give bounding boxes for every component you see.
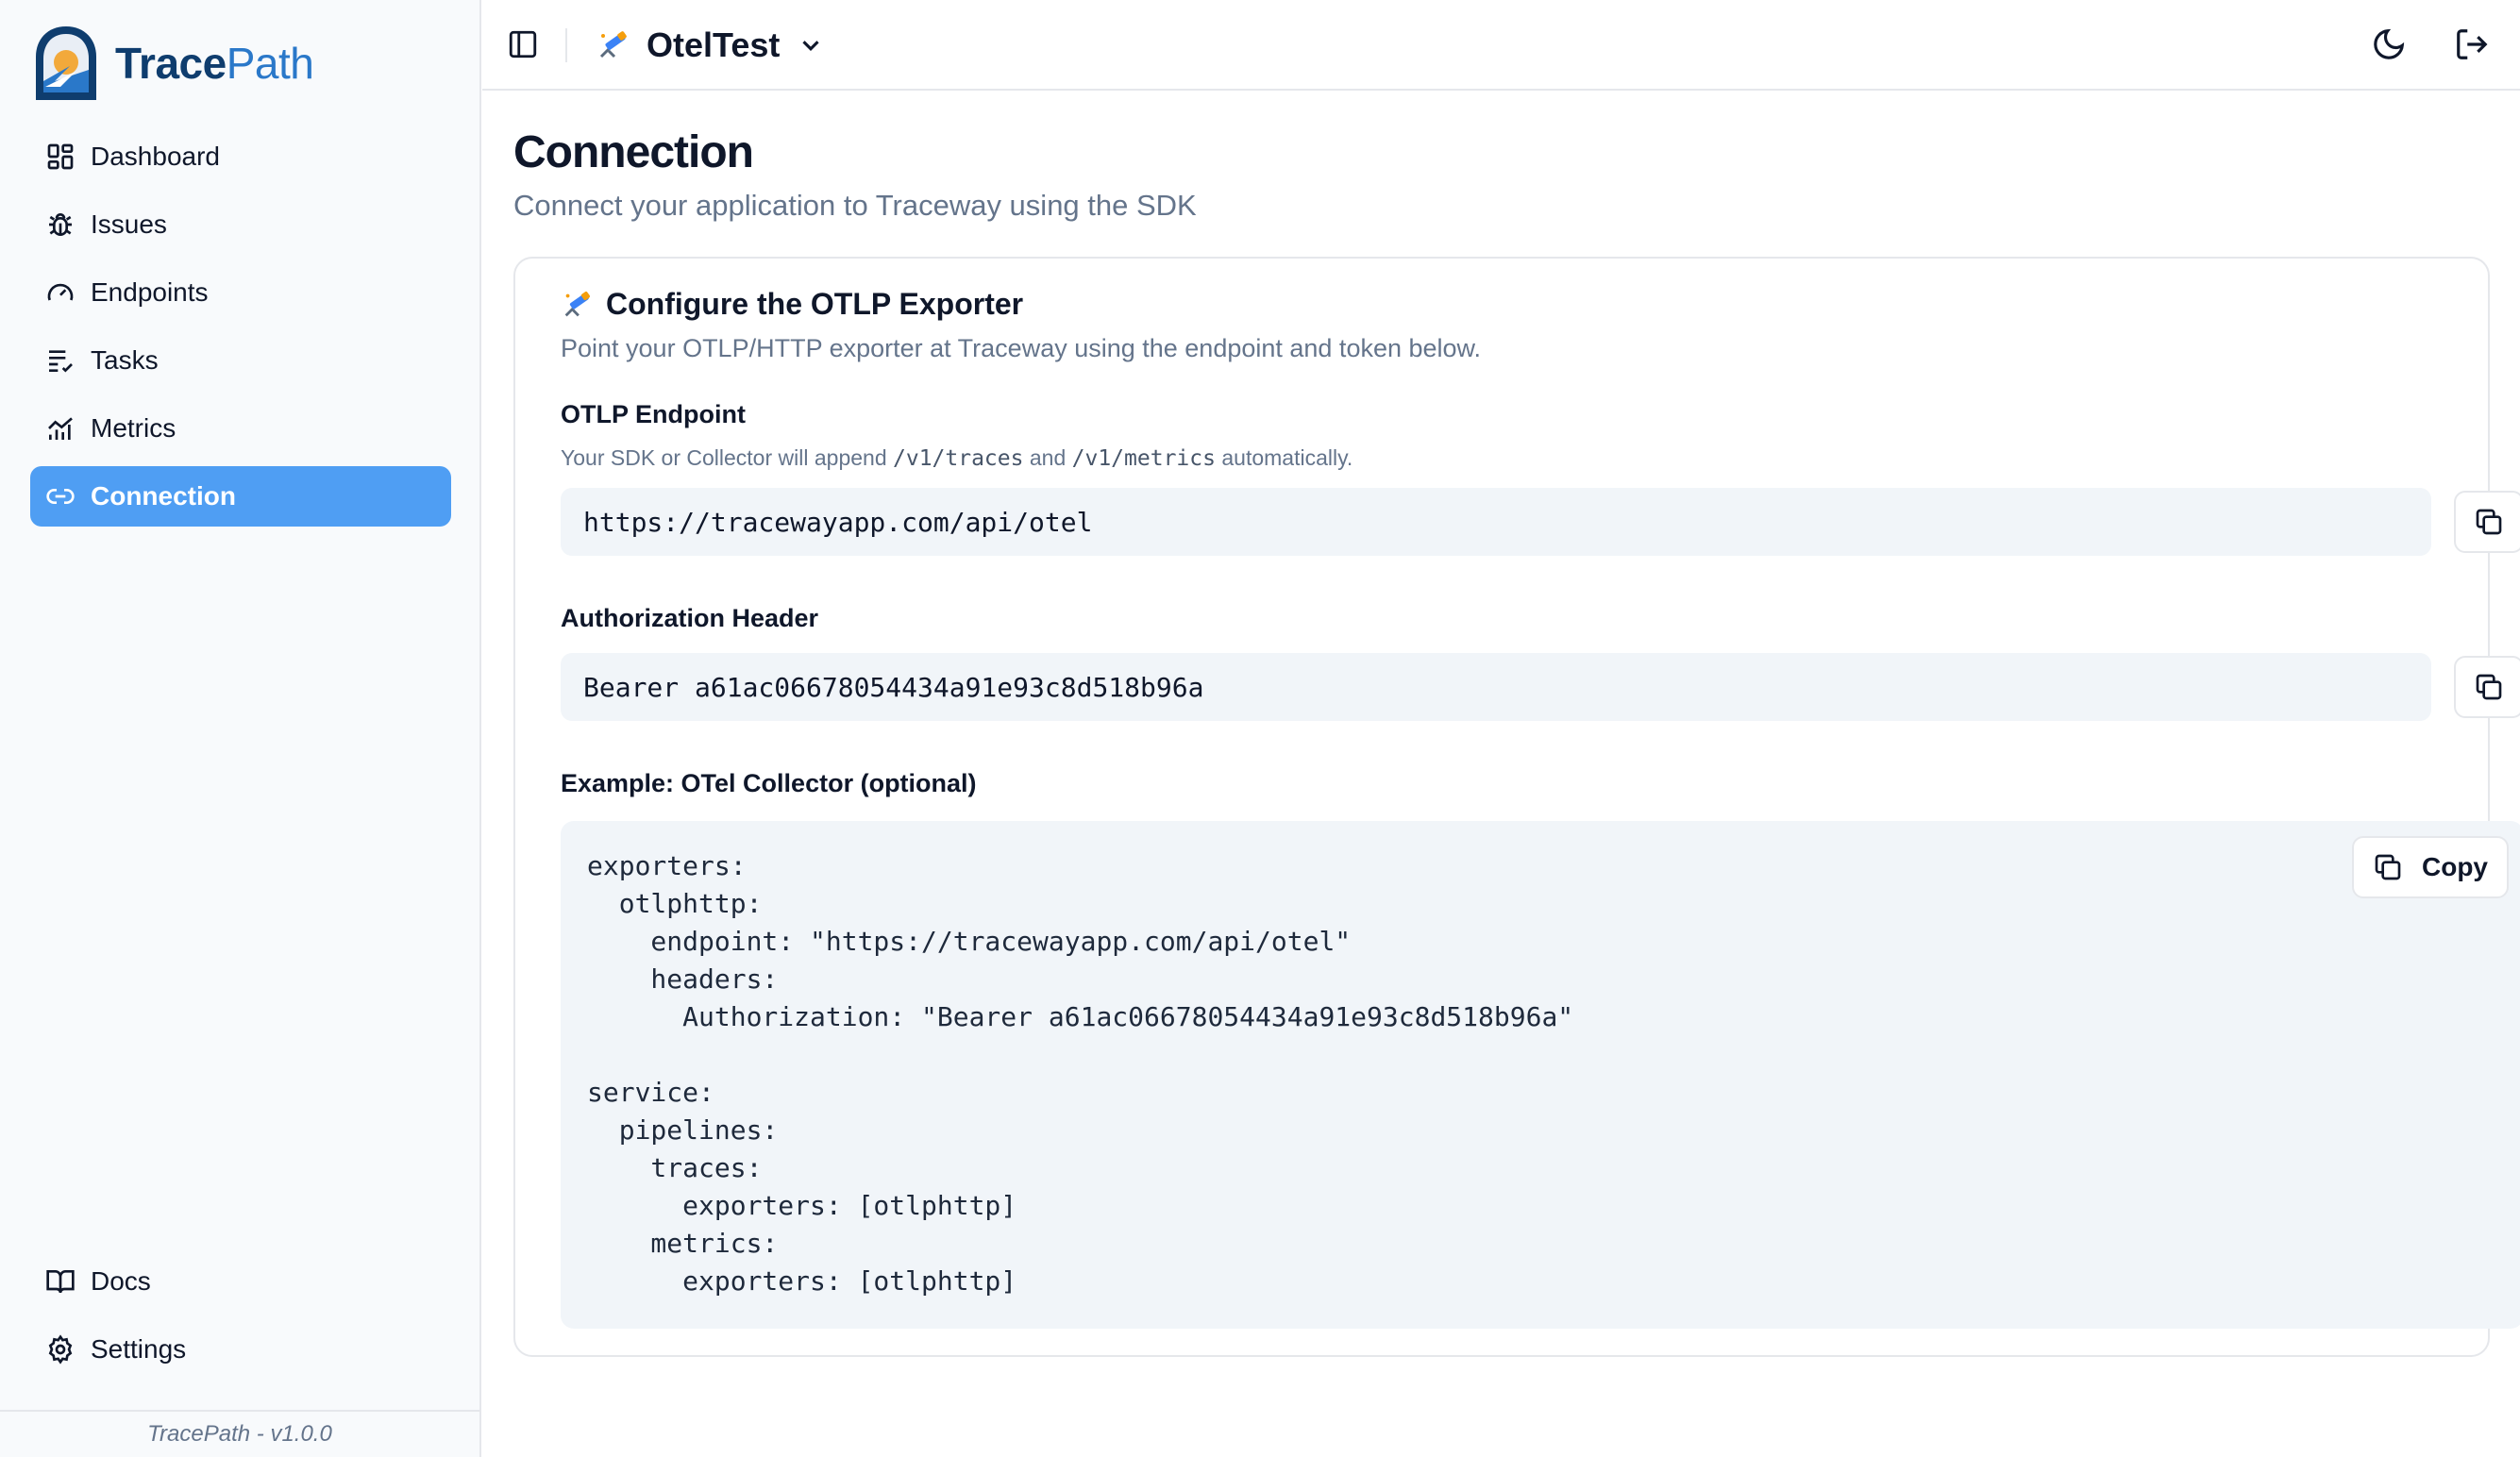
copy-icon (2476, 674, 2502, 700)
page-title: Connection (513, 127, 754, 177)
brand-name-part2: Path (226, 39, 314, 88)
brand-name-part1: Trace (115, 39, 227, 88)
otlp-config-card: Configure the OTLP Exporter Point your O… (513, 257, 2520, 1357)
sidebar-item-connection[interactable]: Connection (30, 466, 451, 527)
copy-icon (2476, 509, 2502, 535)
sidebar-item-label: Dashboard (91, 142, 220, 171)
gear-icon (48, 1334, 73, 1365)
project-name: OtelTest (647, 25, 781, 64)
bug-icon (49, 213, 72, 236)
card-subtitle: Point your OTLP/HTTP exporter at Tracewa… (561, 334, 1482, 362)
project-selector[interactable]: OtelTest (596, 23, 825, 68)
endpoint-hint-suffix: automatically. (1221, 445, 1353, 470)
sidebar-item-label: Issues (91, 209, 167, 239)
chevron-down-icon (802, 41, 819, 51)
endpoint-hint-traces-path: /v1/traces (893, 446, 1024, 471)
sidebar-item-docs[interactable]: Docs (30, 1251, 451, 1312)
dashboard-icon (47, 143, 74, 170)
example-label: Example: OTel Collector (optional) (561, 769, 977, 797)
sidebar-item-label: Connection (91, 481, 236, 511)
sidebar-item-label: Docs (91, 1266, 151, 1296)
sidebar-item-label: Metrics (91, 413, 176, 443)
header-divider (565, 28, 567, 62)
main-content: Connection Connect your application to T… (482, 91, 2520, 1457)
logout-icon[interactable] (2454, 26, 2490, 62)
sidebar-item-settings[interactable]: Settings (30, 1319, 451, 1380)
sidebar-item-tasks[interactable]: Tasks (30, 330, 451, 391)
sidebar-item-label: Settings (91, 1334, 187, 1364)
copy-code-label: Copy (2422, 852, 2488, 881)
endpoint-hint-and: and (1029, 445, 1067, 470)
card-title: Configure the OTLP Exporter (561, 287, 1023, 322)
sidebar-item-issues[interactable]: Issues (30, 194, 451, 255)
version-label: TracePath - v1.0.0 (0, 1410, 479, 1457)
logo-icon (36, 26, 96, 100)
endpoint-hint-metrics-path: /v1/metrics (1071, 446, 1216, 471)
logo[interactable]: TracePath (32, 25, 314, 102)
copy-icon (2375, 854, 2401, 880)
card-title-text: Configure the OTLP Exporter (606, 287, 1024, 321)
copy-code-button[interactable]: Copy (2352, 836, 2509, 898)
telescope-icon (564, 291, 590, 316)
auth-header-label: Authorization Header (561, 604, 819, 632)
book-icon (46, 1270, 75, 1294)
brand-name: TracePath (115, 38, 314, 89)
telescope-icon (599, 31, 627, 59)
copy-auth-button[interactable] (2454, 656, 2520, 718)
sidebar-bottom-nav: Docs Settings (30, 1251, 451, 1387)
sidebar-item-label: Tasks (91, 345, 159, 375)
auth-header-value[interactable]: Bearer a61ac06678054434a91e93c8d518b96a (561, 653, 2431, 721)
gauge-icon (47, 283, 74, 301)
sidebar-item-dashboard[interactable]: Dashboard (30, 126, 451, 187)
sidebar-toggle-icon[interactable] (507, 28, 539, 60)
endpoint-hint: Your SDK or Collector will append /v1/tr… (561, 445, 1352, 471)
endpoint-value[interactable]: https://tracewayapp.com/api/otel (561, 488, 2431, 556)
endpoint-hint-prefix: Your SDK or Collector will append (561, 445, 887, 470)
sidebar-nav: Dashboard Issues Endpoints Tasks Metrics… (30, 126, 451, 534)
sidebar-item-endpoints[interactable]: Endpoints (30, 262, 451, 323)
endpoint-label: OTLP Endpoint (561, 400, 746, 428)
sidebar-item-label: Endpoints (91, 277, 209, 307)
chart-icon (48, 417, 73, 440)
collector-config-code: exporters: otlphttp: endpoint: "https://… (561, 821, 2520, 1329)
page-subtitle: Connect your application to Traceway usi… (513, 189, 1197, 222)
sidebar: TracePath Dashboard Issues Endpoints Tas… (0, 0, 481, 1457)
sidebar-item-metrics[interactable]: Metrics (30, 398, 451, 459)
moon-icon[interactable] (2371, 26, 2407, 62)
code-content[interactable]: exporters: otlphttp: endpoint: "https://… (587, 847, 1573, 1300)
tasks-icon (49, 350, 73, 373)
top-bar: OtelTest (482, 0, 2520, 91)
copy-endpoint-button[interactable] (2454, 491, 2520, 553)
link-icon (46, 489, 75, 504)
